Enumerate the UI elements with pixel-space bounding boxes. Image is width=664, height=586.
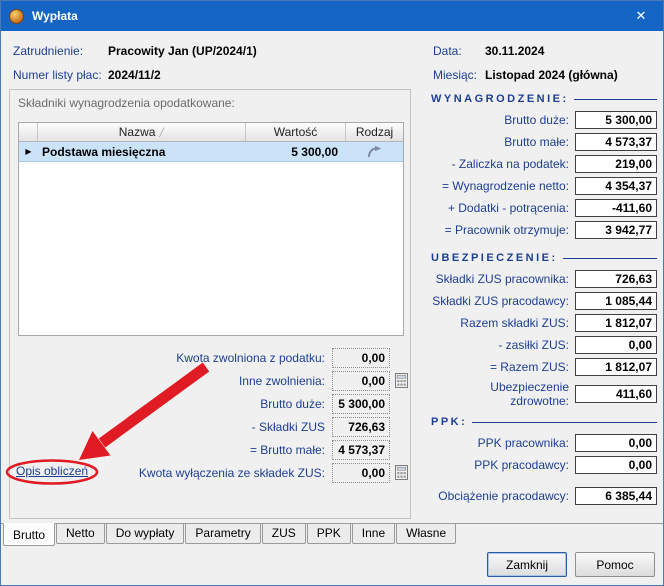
calculation-description-link[interactable]: Opis obliczeń <box>16 464 88 478</box>
payroll-list-value: 2024/11/2 <box>108 68 161 82</box>
amount-field: 5 300,00 <box>575 111 657 129</box>
header-right: Data: 30.11.2024 Miesiąc: Listopad 2024 … <box>433 39 618 87</box>
column-header-rodzaj[interactable]: Rodzaj <box>346 123 403 141</box>
month-value: Listopad 2024 (główna) <box>485 68 618 82</box>
field-row-inne-zwolnienia: Inne zwolnienia: 0,00 <box>18 369 408 392</box>
amount-field: 0,00 <box>575 336 657 354</box>
close-button[interactable]: Zamknij <box>487 552 567 577</box>
tab-wlasne[interactable]: Własne <box>396 524 456 544</box>
tab-brutto[interactable]: Brutto <box>3 523 55 546</box>
close-icon[interactable]: ✕ <box>619 1 663 31</box>
summary-row: = Wynagrodzenie netto: 4 354,37 <box>431 175 657 197</box>
tab-do-wyplaty[interactable]: Do wypłaty <box>106 524 185 544</box>
amount-field: 0,00 <box>332 348 390 368</box>
month-label: Miesiąc: <box>433 68 485 82</box>
field-row-kwota-zwolniona: Kwota zwolniona z podatku: 0,00 <box>18 346 408 369</box>
title-bar: Wypłata ✕ <box>1 1 663 31</box>
amount-field: 411,60 <box>575 385 657 403</box>
field-row-skladki-zus: - Składki ZUS 726,63 <box>18 415 408 438</box>
components-table: Nazwa ╱ Wartość Rodzaj ▶ Podstawa miesię… <box>18 122 404 336</box>
summary-row: Składki ZUS pracodawcy: 1 085,44 <box>431 290 657 312</box>
calculator-icon[interactable] <box>395 373 408 388</box>
amount-field: 4 573,37 <box>332 440 390 460</box>
amount-field: 4 573,37 <box>575 133 657 151</box>
amount-field: 726,63 <box>575 270 657 288</box>
amount-field[interactable]: 0,00 <box>332 371 390 391</box>
tab-parametry[interactable]: Parametry <box>185 524 260 544</box>
component-name-cell: Podstawa miesięczna <box>38 145 246 159</box>
summary-row: + Dodatki - potrącenia: -411,60 <box>431 197 657 219</box>
summary-row: - zasiłki ZUS: 0,00 <box>431 334 657 356</box>
component-value-cell: 5 300,00 <box>246 145 346 159</box>
field-row-brutto-male: = Brutto małe: 4 573,37 <box>18 438 408 461</box>
help-button[interactable]: Pomoc <box>575 552 655 577</box>
amount-field: 1 812,07 <box>575 314 657 332</box>
app-coin-icon <box>9 9 24 24</box>
component-type-cell <box>346 145 403 158</box>
current-row-marker-icon: ▶ <box>19 147 38 156</box>
taxable-components-group: Składniki wynagrodzenia opodatkowane: Na… <box>9 89 411 519</box>
table-header: Nazwa ╱ Wartość Rodzaj <box>19 123 403 142</box>
tab-netto[interactable]: Netto <box>56 524 105 544</box>
amount-field: 5 300,00 <box>332 394 390 414</box>
employment-value: Pracowity Jan (UP/2024/1) <box>108 44 257 58</box>
employer-cost-row: Obciążenie pracodawcy: 6 385,44 <box>431 485 657 507</box>
amount-field: 0,00 <box>575 456 657 474</box>
summary-row: PPK pracownika: 0,00 <box>431 432 657 454</box>
payroll-list-label: Numer listy płac: <box>13 68 108 82</box>
component-type-arrow-icon <box>367 145 382 158</box>
amount-field: 0,00 <box>575 434 657 452</box>
column-header-nazwa[interactable]: Nazwa ╱ <box>38 123 246 141</box>
section-title-ppk: PPK: <box>431 412 657 432</box>
summary-row: = Pracownik otrzymuje: 3 942,77 <box>431 219 657 241</box>
amount-field[interactable]: 0,00 <box>332 463 390 483</box>
summary-row: Razem składki ZUS: 1 812,07 <box>431 312 657 334</box>
tab-zus[interactable]: ZUS <box>262 524 306 544</box>
summary-row: = Razem ZUS: 1 812,07 <box>431 356 657 378</box>
footer-buttons: Zamknij Pomoc <box>487 552 655 577</box>
summary-row: Brutto małe: 4 573,37 <box>431 131 657 153</box>
amount-field: 726,63 <box>332 417 390 437</box>
amount-field: 219,00 <box>575 155 657 173</box>
amount-field: -411,60 <box>575 199 657 217</box>
amount-field: 4 354,37 <box>575 177 657 195</box>
summary-row: PPK pracodawcy: 0,00 <box>431 454 657 476</box>
payout-dialog: Wypłata ✕ Zatrudnienie: Pracowity Jan (U… <box>0 0 664 586</box>
date-label: Data: <box>433 44 485 58</box>
amount-field: 1 812,07 <box>575 358 657 376</box>
window-title: Wypłata <box>32 9 78 23</box>
header-left: Zatrudnienie: Pracowity Jan (UP/2024/1) … <box>13 39 257 87</box>
summary-row: - Zaliczka na podatek: 219,00 <box>431 153 657 175</box>
summary-row: Składki ZUS pracownika: 726,63 <box>431 268 657 290</box>
field-row-brutto-duze: Brutto duże: 5 300,00 <box>18 392 408 415</box>
row-selector-header <box>19 123 38 141</box>
amount-field: 6 385,44 <box>575 487 657 505</box>
amount-field: 3 942,77 <box>575 221 657 239</box>
summary-row: Ubezpieczenie zdrowotne: 411,60 <box>431 383 657 405</box>
section-title-wynagrodzenie: WYNAGRODZENIE: <box>431 89 657 109</box>
table-row[interactable]: ▶ Podstawa miesięczna 5 300,00 <box>19 142 403 162</box>
group-caption: Składniki wynagrodzenia opodatkowane: <box>18 96 235 110</box>
tab-inne[interactable]: Inne <box>352 524 395 544</box>
sort-indicator-icon: ╱ <box>159 128 164 137</box>
employment-label: Zatrudnienie: <box>13 44 108 58</box>
amount-field: 1 085,44 <box>575 292 657 310</box>
column-header-wartosc[interactable]: Wartość <box>246 123 346 141</box>
summary-row: Brutto duże: 5 300,00 <box>431 109 657 131</box>
calculator-icon[interactable] <box>395 465 408 480</box>
section-title-ubezpieczenie: UBEZPIECZENIE: <box>431 248 657 268</box>
tab-ppk[interactable]: PPK <box>307 524 351 544</box>
bottom-tab-bar: Brutto Netto Do wypłaty Parametry ZUS PP… <box>1 523 663 546</box>
summary-panel: WYNAGRODZENIE: Brutto duże: 5 300,00 Bru… <box>431 89 657 507</box>
date-value: 30.11.2024 <box>485 44 544 58</box>
